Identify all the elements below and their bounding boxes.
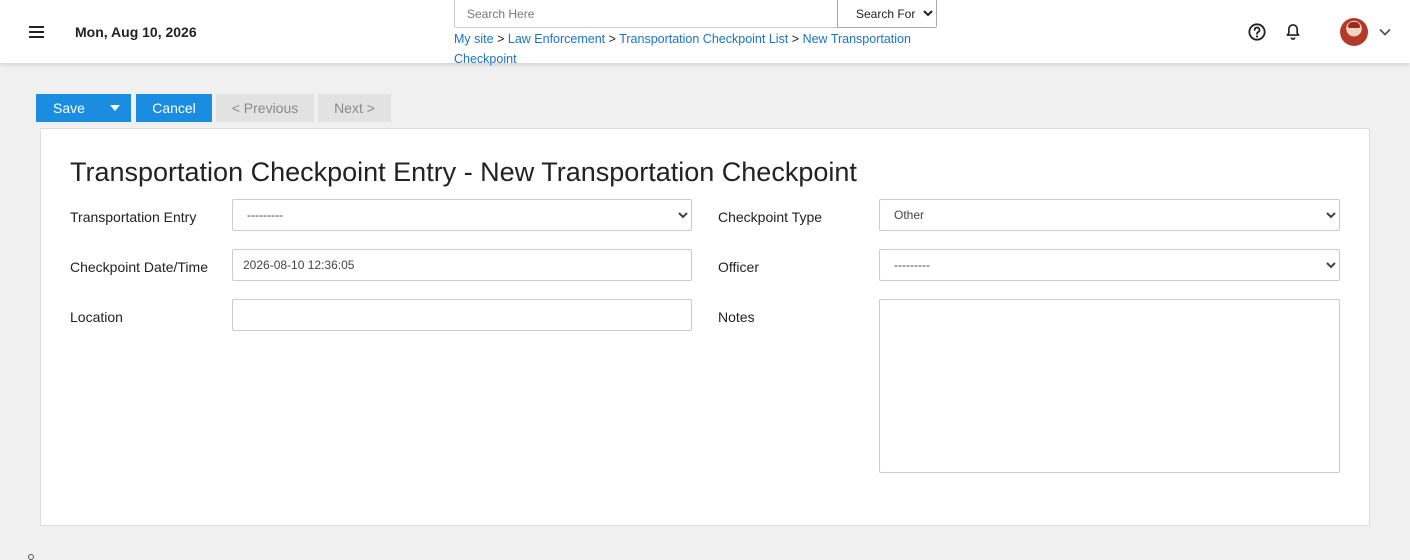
header-date: Mon, Aug 10, 2026	[75, 24, 197, 40]
next-button[interactable]: Next >	[318, 94, 391, 122]
officer-select[interactable]: ---------	[879, 249, 1340, 281]
notes-textarea[interactable]	[879, 299, 1340, 473]
officer-label: Officer	[718, 259, 759, 275]
checkpoint-datetime-label: Checkpoint Date/Time	[70, 259, 208, 275]
help-circle-icon[interactable]	[1247, 22, 1267, 42]
save-button[interactable]: Save	[36, 94, 98, 122]
chevron-down-icon[interactable]	[1378, 26, 1392, 38]
form-card: Transportation Checkpoint Entry - New Tr…	[40, 128, 1370, 526]
breadcrumb-separator: >	[497, 32, 505, 46]
breadcrumb-my-site[interactable]: My site	[454, 32, 494, 46]
notes-label: Notes	[718, 309, 755, 325]
cancel-button[interactable]: Cancel	[136, 94, 212, 122]
transportation-entry-select[interactable]: ---------	[232, 199, 692, 231]
breadcrumb-checkpoint-list[interactable]: Transportation Checkpoint List	[619, 32, 788, 46]
page-title: Transportation Checkpoint Entry - New Tr…	[70, 157, 857, 187]
top-header: Mon, Aug 10, 2026 Search For... My site …	[0, 0, 1410, 66]
breadcrumb-separator: >	[608, 32, 616, 46]
checkpoint-datetime-input[interactable]	[232, 249, 692, 281]
hamburger-menu-icon[interactable]	[24, 20, 50, 44]
location-label: Location	[70, 309, 123, 325]
breadcrumb-separator: >	[791, 32, 800, 46]
search-input[interactable]	[454, 0, 838, 28]
breadcrumb-law-enforcement[interactable]: Law Enforcement	[508, 32, 605, 46]
caret-down-icon	[109, 105, 120, 111]
checkpoint-type-select[interactable]: Other	[879, 199, 1340, 231]
location-input[interactable]	[232, 299, 692, 331]
save-options-dropdown[interactable]	[98, 94, 131, 122]
search-for-select[interactable]: Search For...	[837, 0, 937, 28]
checkpoint-type-label: Checkpoint Type	[718, 209, 823, 225]
previous-button[interactable]: < Previous	[216, 94, 314, 122]
bell-icon[interactable]	[1283, 22, 1303, 42]
footer-indicator	[28, 554, 34, 560]
breadcrumb: My site > Law Enforcement > Transportati…	[454, 29, 934, 69]
transportation-entry-label: Transportation Entry	[70, 209, 197, 225]
user-avatar[interactable]	[1340, 18, 1368, 46]
